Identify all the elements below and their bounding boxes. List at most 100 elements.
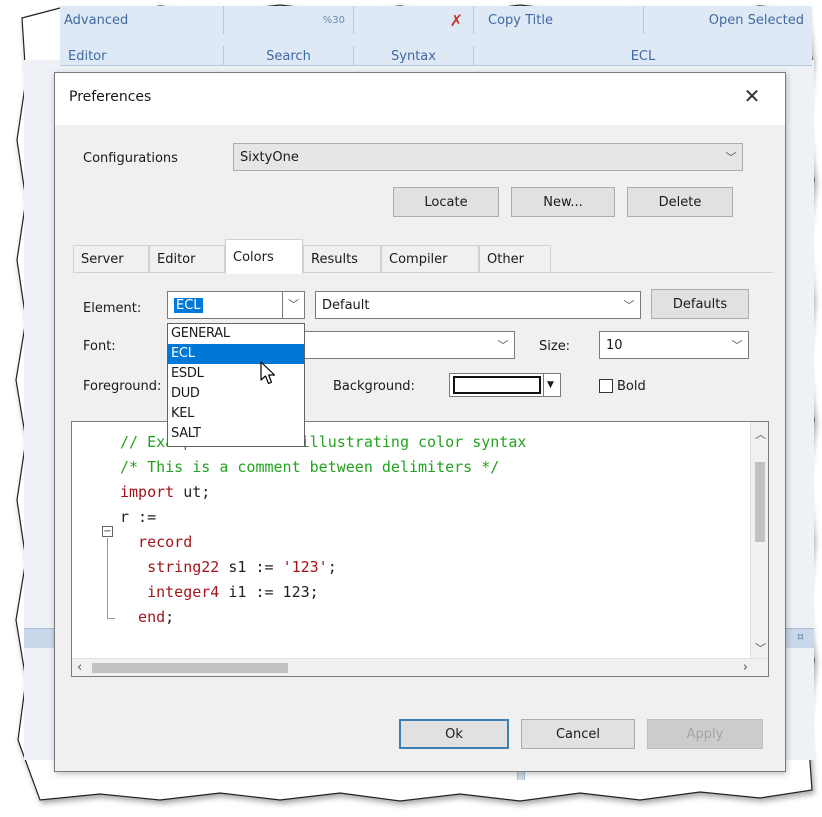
ribbon-group-search-label: Search — [266, 48, 311, 64]
tab-server[interactable]: Server — [73, 245, 149, 273]
tab-results[interactable]: Results — [303, 245, 381, 273]
bold-label: Bold — [617, 379, 646, 394]
cancel-button[interactable]: Cancel — [521, 719, 635, 749]
tab-editor[interactable]: Editor — [149, 245, 225, 273]
code-line: end; — [120, 605, 526, 630]
fold-guide-end — [107, 618, 115, 619]
element-option-general[interactable]: GENERAL — [168, 324, 304, 344]
code-token: integer4 — [120, 583, 220, 601]
chevron-down-icon: ﹀ — [725, 151, 737, 164]
configurations-value: SixtyOne — [240, 149, 299, 165]
ribbon-group-syntax-label: Syntax — [391, 48, 436, 64]
ribbon-open-selected[interactable]: Open Selected — [644, 6, 812, 34]
code-line: /* This is a comment between delimiters … — [120, 455, 526, 480]
horizontal-scrollbar[interactable]: ‹ › — [72, 658, 768, 676]
tab-panel-border — [73, 272, 773, 273]
code-token: ut; — [174, 483, 211, 501]
pin-icon[interactable]: ¤ — [797, 630, 804, 643]
ribbon-group-ecl: ECL — [474, 46, 812, 66]
element-option-dud[interactable]: DUD — [168, 384, 304, 404]
code-token: '123' — [282, 558, 328, 576]
horizontal-scroll-thumb[interactable] — [92, 663, 288, 673]
code-token: s1 := — [219, 558, 283, 576]
syntax-check-icon: ✗ — [449, 10, 463, 30]
chevron-down-icon: ﹀ — [731, 339, 743, 352]
element-select[interactable]: ECL ﹀ — [167, 291, 305, 319]
code-token: r := — [120, 508, 157, 526]
code-line: integer4 i1 := 123; — [120, 580, 526, 605]
close-icon[interactable]: ✕ — [737, 81, 767, 111]
ribbon-group-editor: Editor — [64, 46, 224, 66]
chevron-down-icon: ﹀ — [623, 299, 635, 312]
ribbon-group-ecl-label: ECL — [630, 48, 656, 64]
preview-code: // Example text for illustrating color s… — [120, 430, 526, 630]
element-option-ecl[interactable]: ECL — [168, 344, 304, 364]
defaults-button[interactable]: Defaults — [651, 289, 749, 319]
dialog-title: Preferences — [69, 89, 152, 105]
fold-guide — [107, 538, 108, 618]
code-token: ; — [327, 558, 337, 576]
size-label: Size: — [539, 339, 571, 354]
vertical-scrollbar[interactable]: ︿ ﹀ — [750, 422, 768, 660]
tab-other[interactable]: Other — [479, 245, 551, 273]
size-select[interactable]: 10 ﹀ — [599, 331, 749, 359]
chevron-down-icon: ﹀ — [282, 292, 304, 318]
ribbon-group-editor-label: Editor — [68, 48, 107, 64]
code-token: i1 := 123; — [219, 583, 319, 601]
ribbon-syntax-cell[interactable]: ✗ — [354, 6, 474, 34]
code-token: ; — [165, 608, 175, 626]
ribbon-open-selected-label: Open Selected — [708, 12, 804, 28]
configurations-select[interactable]: SixtyOne ﹀ — [233, 143, 743, 171]
scroll-right-icon[interactable]: › — [743, 660, 748, 675]
mouse-cursor-icon — [260, 361, 276, 385]
vertical-scroll-thumb[interactable] — [755, 462, 765, 542]
element-dropdown-list: GENERAL ECL ESDL DUD KEL SALT — [167, 323, 305, 447]
tab-colors[interactable]: Colors — [225, 239, 303, 274]
ribbon-copy-title-label: Copy Title — [488, 12, 553, 28]
element-option-kel[interactable]: KEL — [168, 404, 304, 424]
host-app-ribbon: Advanced %30 ✗ Copy Title Open Selected … — [60, 6, 812, 66]
configurations-label: Configurations — [83, 151, 178, 166]
ribbon-copy-title[interactable]: Copy Title — [474, 6, 644, 34]
scroll-down-icon[interactable]: ﹀ — [755, 640, 766, 656]
background-label: Background: — [333, 379, 415, 394]
element-option-salt[interactable]: SALT — [168, 424, 304, 444]
chevron-down-icon: ﹀ — [497, 339, 509, 352]
scroll-up-icon[interactable]: ︿ — [755, 426, 766, 442]
preferences-dialog: Preferences ✕ Configurations SixtyOne ﹀ … — [54, 72, 786, 772]
code-token: end — [120, 608, 166, 626]
triangle-down-icon: ▼ — [543, 374, 557, 396]
bold-checkbox[interactable] — [599, 379, 613, 393]
code-line: import ut; — [120, 480, 526, 505]
tab-compiler[interactable]: Compiler — [381, 245, 479, 273]
dialog-titlebar: Preferences ✕ — [55, 73, 785, 125]
background-color-swatch — [453, 376, 541, 394]
ribbon-advanced-label: Advanced — [64, 12, 129, 28]
code-line: r := — [120, 505, 526, 530]
locate-button[interactable]: Locate — [393, 187, 499, 217]
foreground-label: Foreground: — [83, 379, 162, 394]
background-color-dropdown[interactable]: ▼ — [543, 373, 561, 397]
new-config-button[interactable]: New... — [511, 187, 615, 217]
fold-collapse-icon[interactable]: − — [102, 526, 113, 537]
style-value: Default — [322, 297, 370, 313]
apply-button[interactable]: Apply — [647, 719, 763, 749]
ribbon-search-cell[interactable]: %30 — [224, 6, 354, 34]
ribbon-advanced[interactable]: Advanced — [64, 6, 224, 34]
style-select[interactable]: Default ﹀ — [315, 291, 641, 319]
ok-button[interactable]: Ok — [399, 719, 509, 749]
ribbon-small-label: %30 — [322, 14, 345, 26]
delete-config-button[interactable]: Delete — [627, 187, 733, 217]
size-value: 10 — [606, 337, 623, 353]
ribbon-group-syntax: Syntax — [354, 46, 474, 66]
code-line: record — [120, 530, 526, 555]
code-token: record — [120, 533, 193, 551]
element-option-esdl[interactable]: ESDL — [168, 364, 304, 384]
element-value-wrap: ECL — [168, 297, 282, 313]
element-value: ECL — [174, 297, 203, 313]
syntax-preview: − // Example text for illustrating color… — [71, 421, 769, 677]
code-line: string22 s1 := '123'; — [120, 555, 526, 580]
font-label: Font: — [83, 339, 116, 354]
code-token: string22 — [120, 558, 220, 576]
scroll-left-icon[interactable]: ‹ — [77, 660, 82, 675]
